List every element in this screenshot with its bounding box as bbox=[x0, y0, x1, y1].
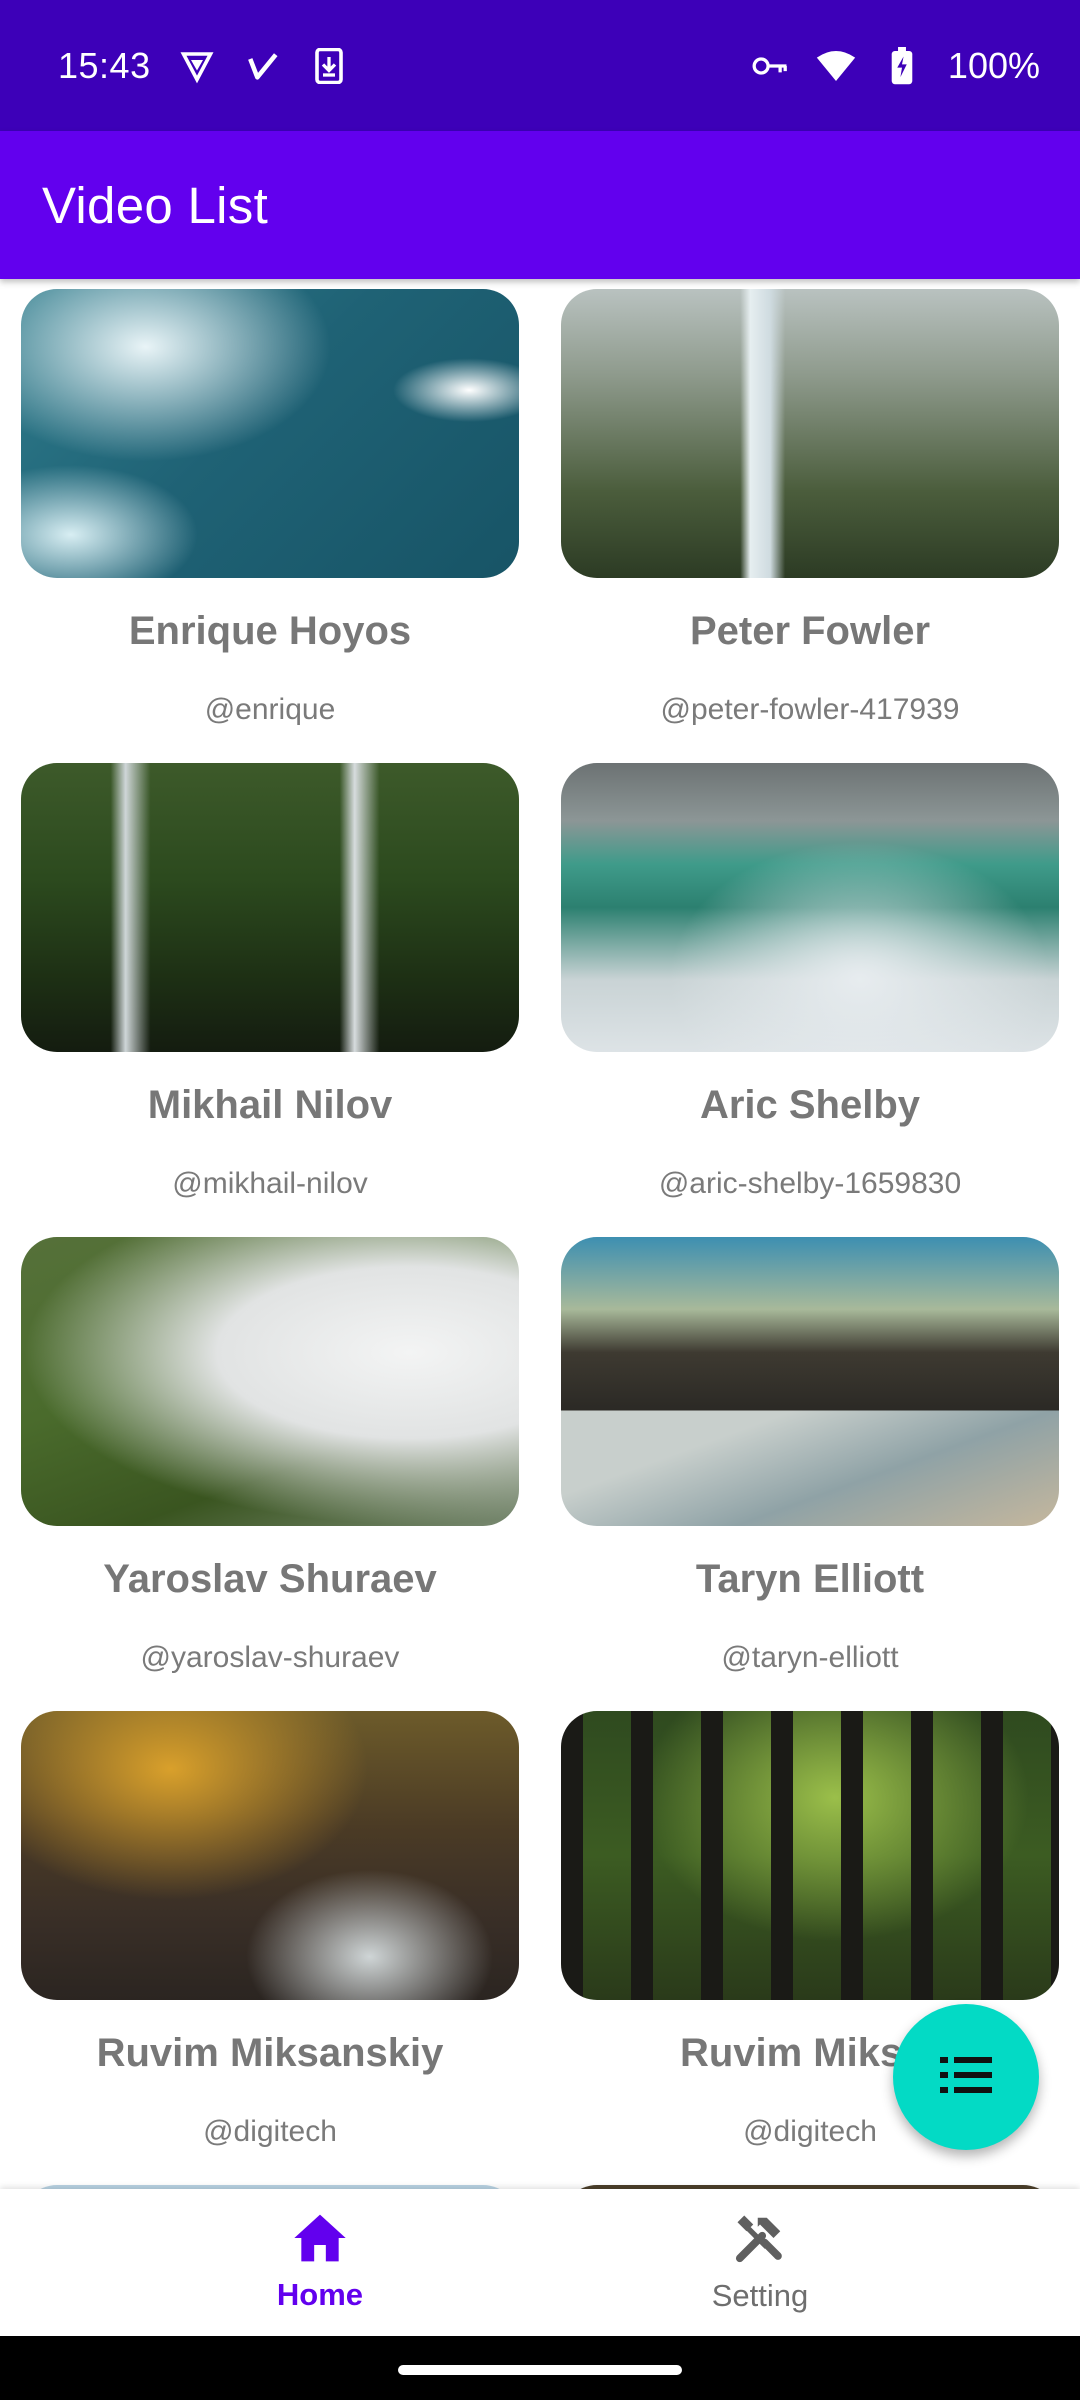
video-author-name: Yaroslav Shuraev bbox=[103, 1557, 437, 1601]
video-thumbnail[interactable] bbox=[21, 763, 519, 1052]
status-time: 15:43 bbox=[58, 44, 151, 86]
video-grid[interactable]: Enrique Hoyos @enrique Peter Fowler @pet… bbox=[0, 279, 1080, 2189]
check-icon bbox=[243, 46, 283, 86]
video-card[interactable]: Aric Shelby @aric-shelby-1659830 bbox=[561, 753, 1059, 1227]
page-title: Video List bbox=[42, 176, 269, 234]
video-thumbnail[interactable] bbox=[21, 1237, 519, 1526]
video-author-name: Ruvim Miksanskiy bbox=[96, 2031, 444, 2075]
nav-label-home: Home bbox=[276, 2277, 364, 2312]
video-author-handle: @yaroslav-shuraev bbox=[140, 1641, 400, 1674]
list-icon bbox=[940, 2055, 992, 2100]
video-thumbnail[interactable] bbox=[561, 1237, 1059, 1526]
nav-item-home[interactable]: Home bbox=[100, 2189, 540, 2336]
screen: 15:43 100% Video List Enrique Hoyos @enr… bbox=[0, 0, 1080, 2400]
status-left: 15:43 bbox=[58, 45, 349, 87]
video-card[interactable]: Peter Fowler @peter-fowler-417939 bbox=[561, 279, 1059, 753]
video-card[interactable]: Ruvim Miksanskiy @digitech bbox=[21, 1701, 519, 2175]
video-card[interactable]: Yaroslav Shuraev @yaroslav-shuraev bbox=[21, 1227, 519, 1701]
video-card[interactable]: Mikhail Nilov @mikhail-nilov bbox=[21, 753, 519, 1227]
status-bar: 15:43 100% bbox=[0, 0, 1080, 131]
key-icon bbox=[750, 46, 790, 86]
nav-label-setting: Setting bbox=[711, 2278, 809, 2313]
video-thumbnail[interactable] bbox=[561, 1711, 1059, 2000]
video-author-handle: @peter-fowler-417939 bbox=[660, 693, 960, 726]
battery-charging-icon bbox=[882, 46, 922, 86]
video-author-name: Peter Fowler bbox=[689, 609, 931, 653]
app-bar: Video List bbox=[0, 131, 1080, 279]
video-card[interactable]: Taryn Elliott @taryn-elliott bbox=[561, 1227, 1059, 1701]
wifi-icon bbox=[816, 46, 856, 86]
video-author-name: Enrique Hoyos bbox=[128, 609, 412, 653]
video-author-name: Taryn Elliott bbox=[695, 1557, 925, 1601]
nav-item-setting[interactable]: Setting bbox=[540, 2189, 980, 2336]
tools-icon bbox=[733, 2211, 787, 2270]
video-author-handle: @digitech bbox=[203, 2115, 337, 2148]
video-author-name: Mikhail Nilov bbox=[147, 1083, 393, 1127]
video-thumbnail[interactable] bbox=[561, 763, 1059, 1052]
video-thumbnail[interactable] bbox=[21, 289, 519, 578]
gesture-handle[interactable] bbox=[398, 2365, 682, 2375]
bottom-navigation: Home Setting bbox=[0, 2189, 1080, 2336]
home-icon bbox=[292, 2212, 348, 2269]
video-author-handle: @taryn-elliott bbox=[721, 1641, 899, 1674]
list-fab-button[interactable] bbox=[893, 2004, 1039, 2150]
download-icon bbox=[309, 46, 349, 86]
video-author-name: Aric Shelby bbox=[699, 1083, 921, 1127]
video-author-handle: @mikhail-nilov bbox=[172, 1167, 368, 1200]
video-thumbnail[interactable] bbox=[561, 289, 1059, 578]
video-author-handle: @enrique bbox=[204, 693, 336, 726]
vpn-shield-icon bbox=[177, 46, 217, 86]
video-card[interactable]: Enrique Hoyos @enrique bbox=[21, 279, 519, 753]
status-right: 100% bbox=[750, 45, 1040, 87]
video-thumbnail[interactable] bbox=[21, 1711, 519, 2000]
battery-percent: 100% bbox=[947, 44, 1040, 86]
video-author-handle: @aric-shelby-1659830 bbox=[658, 1167, 962, 1200]
